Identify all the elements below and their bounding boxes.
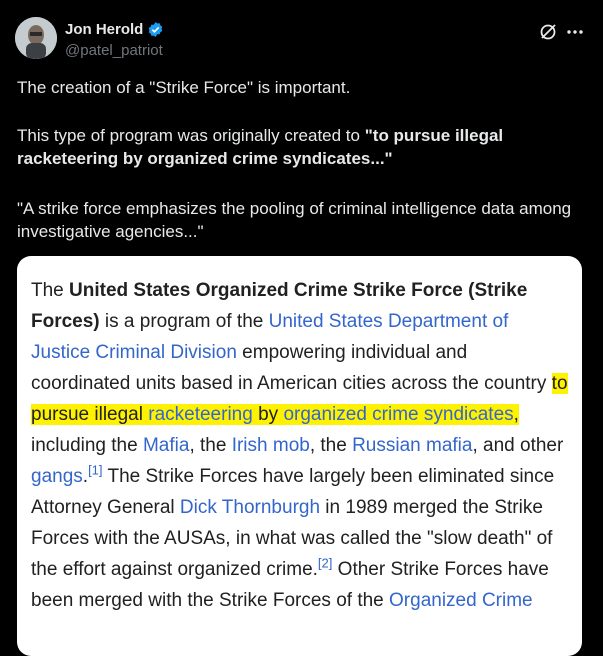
wiki-text: is a program of the xyxy=(99,311,269,332)
wikipedia-excerpt: The United States Organized Crime Strike… xyxy=(31,275,571,616)
wiki-highlight-text: by xyxy=(252,404,284,425)
wiki-link-dick-thornburgh[interactable]: Dick Thornburgh xyxy=(180,497,320,518)
wikipedia-screenshot-card[interactable]: The United States Organized Crime Strike… xyxy=(17,256,582,656)
wiki-reference-2[interactable]: [2] xyxy=(318,556,332,571)
wiki-text: , and other xyxy=(472,435,564,456)
wiki-highlight-text: , xyxy=(513,404,519,425)
verified-badge-icon xyxy=(147,21,164,38)
wiki-link-irish-mob[interactable]: Irish mob xyxy=(232,435,310,456)
wiki-link-gangs[interactable]: gangs xyxy=(31,466,83,487)
author-name[interactable]: Jon Herold xyxy=(65,21,143,38)
wiki-text: , the xyxy=(189,435,232,456)
wiki-text: , the xyxy=(309,435,353,456)
wiki-text: including the xyxy=(31,435,143,456)
wiki-link-mafia[interactable]: Mafia xyxy=(143,435,189,456)
tweet-paragraph-3: "A strike force emphasizes the pooling o… xyxy=(17,199,572,241)
grok-icon[interactable] xyxy=(538,22,558,42)
author-name-row[interactable]: Jon Herold xyxy=(65,21,164,38)
wiki-link-organized-crime-section[interactable]: Organized Crime xyxy=(389,590,533,611)
wiki-text: The xyxy=(31,280,70,301)
more-icon[interactable] xyxy=(565,22,585,42)
tweet-paragraph-1: The creation of a "Strike Force" is impo… xyxy=(17,78,351,97)
wiki-link-russian-mafia[interactable]: Russian mafia xyxy=(352,435,472,456)
tweet-paragraph-2-text: This type of program was originally crea… xyxy=(17,126,365,145)
avatar[interactable] xyxy=(15,17,57,59)
wiki-link-racketeering[interactable]: racketeering xyxy=(148,404,253,425)
tweet-paragraph-2: This type of program was originally crea… xyxy=(17,124,582,170)
wiki-link-organized-crime[interactable]: organized crime syndicates xyxy=(283,404,513,425)
author-handle[interactable]: @patel_patriot xyxy=(65,42,163,59)
wiki-reference-1[interactable]: [1] xyxy=(88,463,102,478)
